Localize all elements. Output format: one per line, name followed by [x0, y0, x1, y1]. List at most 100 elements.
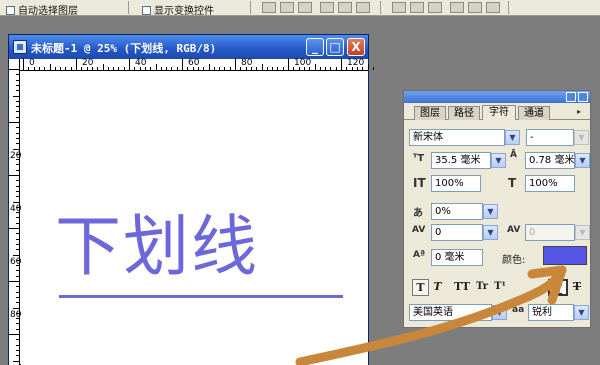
ruler-tick: [8, 228, 19, 229]
ruler-tick: [335, 67, 337, 70]
ruler-tick: [16, 339, 19, 341]
ruler-tick: [16, 106, 19, 108]
align-vcenter-button[interactable]: [280, 2, 294, 13]
font-family-dropdown[interactable]: ▼: [505, 130, 520, 145]
small-caps-button[interactable]: Tr: [474, 279, 490, 296]
ruler-tick: [8, 281, 19, 282]
panel-minimize-button[interactable]: [566, 92, 576, 102]
show-bounds-checkbox[interactable]: [142, 6, 151, 15]
ruler-tick: [113, 67, 115, 70]
leading-dropdown[interactable]: ▼: [575, 153, 590, 168]
baseline-shift-field[interactable]: 0 毫米: [431, 249, 483, 266]
ruler-tick: [314, 64, 316, 70]
tracking-dropdown[interactable]: ▼: [483, 225, 498, 240]
font-size-dropdown[interactable]: ▼: [491, 153, 506, 168]
language-dropdown[interactable]: ▼: [492, 305, 507, 320]
ruler-tick: [192, 67, 194, 70]
ruler-tick: [176, 67, 178, 70]
auto-select-checkbox[interactable]: [6, 6, 15, 15]
distribute-top-button[interactable]: [392, 2, 406, 13]
ruler-tick: [16, 190, 19, 192]
horizontal-scale-field[interactable]: 100%: [525, 175, 575, 192]
distribute-bottom-button[interactable]: [428, 2, 442, 13]
all-caps-button[interactable]: TT: [451, 279, 473, 296]
distribute-vcenter-button[interactable]: [410, 2, 424, 13]
tab-paths[interactable]: 路径: [448, 106, 480, 120]
leading-field[interactable]: 0.78 毫米: [525, 152, 575, 169]
minimize-button[interactable]: _: [306, 38, 324, 56]
font-style-field[interactable]: -: [526, 129, 574, 146]
text-layer-content[interactable]: 下划线: [55, 193, 259, 289]
ruler-tick: [16, 206, 19, 208]
ruler-tick: [16, 116, 19, 118]
close-icon: X: [351, 40, 361, 54]
ruler-tick: [240, 67, 242, 70]
antialias-field[interactable]: 锐利: [528, 304, 574, 321]
ruler-tick: [16, 233, 19, 235]
distribute-hcenter-button[interactable]: [468, 2, 482, 13]
text-underline: [59, 295, 343, 298]
align-top-button[interactable]: [262, 2, 276, 13]
horizontal-scale-icon: T: [508, 176, 517, 190]
ruler-tick: [187, 67, 189, 70]
panel-menu-icon[interactable]: ▸: [577, 107, 587, 117]
font-style-dropdown[interactable]: ▼: [574, 130, 589, 145]
ruler-tick: [60, 67, 62, 70]
faux-bold-button[interactable]: T: [412, 279, 429, 296]
horizontal-ruler[interactable]: 0 20 40 60 80 100 120: [20, 58, 374, 71]
tab-layers[interactable]: 图层: [414, 106, 446, 120]
ruler-tick: [16, 355, 19, 357]
auto-select-option[interactable]: 自动选择图层: [6, 2, 78, 17]
ruler-tick: [256, 67, 258, 70]
language-field[interactable]: 美国英语: [409, 304, 492, 321]
distribute-left-button[interactable]: [450, 2, 464, 13]
ruler-tick: [23, 58, 24, 70]
font-family-field[interactable]: 新宋体: [409, 129, 505, 146]
align-right-button[interactable]: [356, 2, 370, 13]
ruler-tick: [76, 58, 77, 70]
ruler-tick: [134, 67, 136, 70]
show-bounds-option[interactable]: 显示变换控件: [142, 2, 214, 17]
ruler-tick: [139, 67, 141, 70]
ruler-tick: [16, 180, 19, 182]
tab-channels[interactable]: 通道: [518, 106, 550, 120]
ruler-tick: [123, 67, 125, 70]
tab-character[interactable]: 字符: [482, 105, 516, 120]
ruler-tick: [298, 67, 300, 70]
text-color-swatch[interactable]: [543, 246, 587, 265]
ruler-tick: [16, 275, 19, 277]
align-bottom-button[interactable]: [298, 2, 312, 13]
photoshop-document-icon: [13, 40, 27, 54]
vertical-ruler[interactable]: 20 40 60 80: [8, 59, 21, 365]
distribute-right-button[interactable]: [486, 2, 500, 13]
superscript-button[interactable]: T¹: [492, 279, 508, 296]
vertical-scale-field[interactable]: 100%: [431, 175, 481, 192]
panel-titlebar[interactable]: [404, 91, 590, 103]
align-left-button[interactable]: [320, 2, 334, 13]
underline-button[interactable]: T: [548, 279, 568, 296]
ruler-tick: [213, 67, 215, 70]
maximize-button[interactable]: □: [326, 38, 344, 56]
leading-icon: Ā: [510, 150, 517, 160]
ruler-tick: [8, 69, 19, 70]
panel-close-button[interactable]: [578, 92, 588, 102]
ruler-tick: [16, 84, 19, 86]
kerning-field[interactable]: 0: [525, 224, 575, 241]
close-button[interactable]: X: [347, 38, 365, 56]
ruler-tick: [272, 67, 274, 70]
minimize-icon: _: [312, 40, 318, 54]
tsume-field[interactable]: 0%: [431, 203, 483, 220]
ruler-tick: [261, 64, 263, 70]
document-titlebar[interactable]: 未标题-1 @ 25% (下划线, RGB/8) _ □ X: [9, 35, 368, 59]
ruler-tick: [81, 67, 83, 70]
ruler-tick: [28, 67, 30, 70]
align-hcenter-button[interactable]: [338, 2, 352, 13]
kerning-dropdown[interactable]: ▼: [575, 225, 590, 240]
strikethrough-button[interactable]: T: [570, 279, 584, 296]
antialias-dropdown[interactable]: ▼: [574, 305, 589, 320]
font-size-field[interactable]: 35.5 毫米: [431, 152, 491, 169]
faux-italic-button[interactable]: T: [431, 279, 444, 296]
tracking-field[interactable]: 0: [431, 224, 483, 241]
tsume-dropdown[interactable]: ▼: [483, 204, 498, 219]
show-bounds-label: 显示变换控件: [154, 6, 214, 17]
